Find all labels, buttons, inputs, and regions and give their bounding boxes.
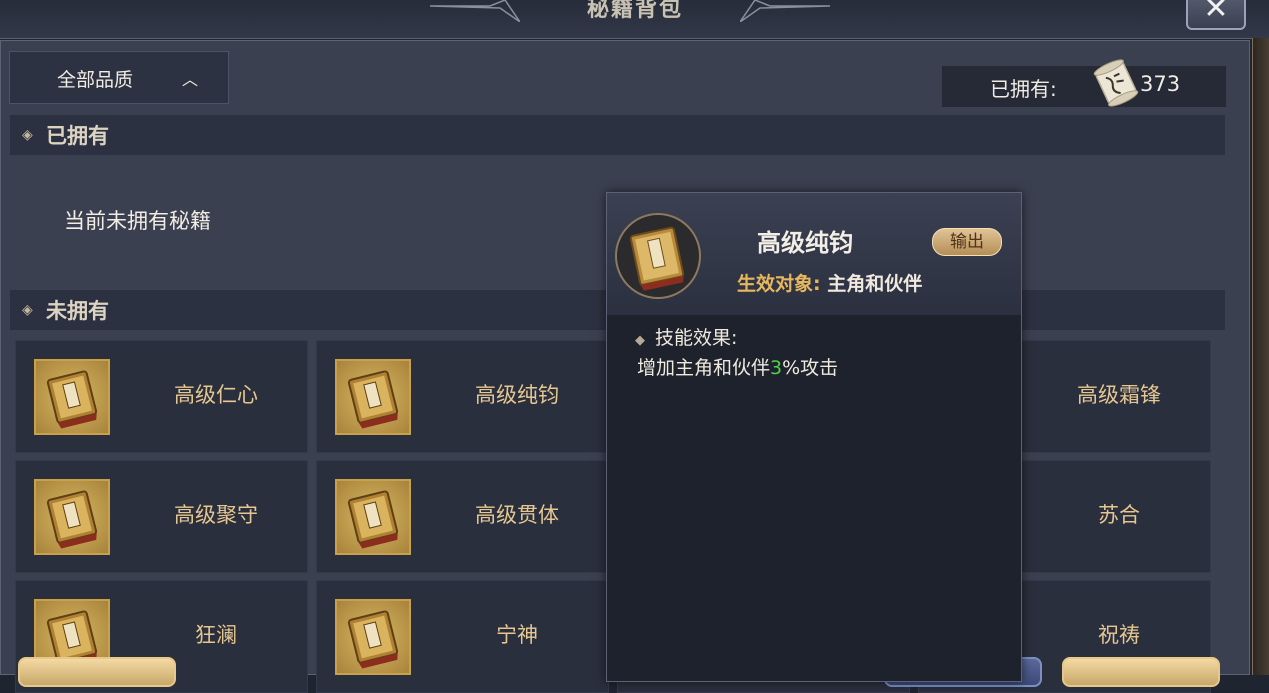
- book-card[interactable]: 宁神: [316, 580, 609, 693]
- tooltip-book-name: 高级纯钧: [757, 228, 853, 257]
- close-icon[interactable]: ✕: [1186, 0, 1246, 30]
- book-name: 高级霜锋: [1077, 383, 1161, 407]
- bottom-button-left[interactable]: [18, 657, 176, 687]
- book-icon: [34, 359, 110, 435]
- quality-filter-label: 全部品质: [57, 69, 134, 91]
- owned-section-header: ◈ 已拥有: [10, 115, 1225, 155]
- scroll-icon: [1093, 59, 1139, 107]
- book-name: 祝祷: [1098, 623, 1140, 647]
- bottom-button-right[interactable]: [1062, 657, 1220, 687]
- book-icon-graphic: [629, 226, 685, 291]
- owned-section-title: 已拥有: [46, 123, 109, 148]
- book-name: 宁神: [496, 623, 538, 647]
- diamond-icon: ◈: [22, 302, 33, 318]
- owned-count-label: 已拥有:: [990, 77, 1057, 101]
- chevron-up-icon: ︿: [182, 70, 199, 89]
- book-icon: [335, 599, 411, 675]
- effect-prefix: 增加主角和伙伴: [637, 357, 771, 379]
- output-type-badge: 输出: [932, 228, 1002, 256]
- side-edge-strip: [1252, 38, 1269, 675]
- book-icon: [335, 479, 411, 555]
- effect-value: 3: [770, 357, 783, 379]
- diamond-icon: ◈: [22, 127, 33, 143]
- owned-count-value: 373: [1140, 72, 1181, 96]
- skill-effect-description: 增加主角和伙伴3%攻击: [637, 353, 838, 380]
- owned-empty-message: 当前未拥有秘籍: [64, 209, 211, 233]
- book-card[interactable]: 高级纯钧: [316, 340, 609, 453]
- effect-target-value: 主角和伙伴: [827, 273, 923, 295]
- owned-count-box: 已拥有: 373: [942, 59, 1226, 107]
- effect-target-label: 生效对象:: [737, 273, 821, 295]
- book-card[interactable]: 高级仁心: [15, 340, 308, 453]
- not-owned-section-title: 未拥有: [46, 298, 109, 323]
- book-name: 高级纯钧: [475, 383, 559, 407]
- book-name: 高级仁心: [174, 383, 258, 407]
- title-bar: 秘籍背包 ✕: [0, 0, 1269, 39]
- book-icon: [335, 359, 411, 435]
- book-card[interactable]: 高级贯体: [316, 460, 609, 573]
- book-name: 高级聚守: [174, 503, 258, 527]
- book-name: 苏合: [1098, 503, 1140, 527]
- title-ornament-right: [740, 0, 830, 22]
- book-icon: [615, 213, 701, 299]
- book-icon: [34, 479, 110, 555]
- skill-effect-title-text: 技能效果:: [655, 327, 738, 349]
- effect-target: 生效对象: 主角和伙伴: [737, 269, 922, 296]
- effect-suffix: %攻击: [782, 357, 839, 379]
- window-title: 秘籍背包: [586, 0, 683, 22]
- skill-effect-title: ◆ 技能效果:: [635, 323, 737, 350]
- book-card[interactable]: 高级聚守: [15, 460, 308, 573]
- diamond-icon: ◆: [635, 333, 645, 348]
- book-detail-tooltip: 高级纯钧 输出 生效对象: 主角和伙伴 ◆ 技能效果: 增加主角和伙伴3%攻击: [606, 192, 1022, 682]
- book-name: 狂澜: [195, 623, 237, 647]
- book-name: 高级贯体: [475, 503, 559, 527]
- quality-filter-dropdown[interactable]: 全部品质 ︿: [9, 51, 229, 104]
